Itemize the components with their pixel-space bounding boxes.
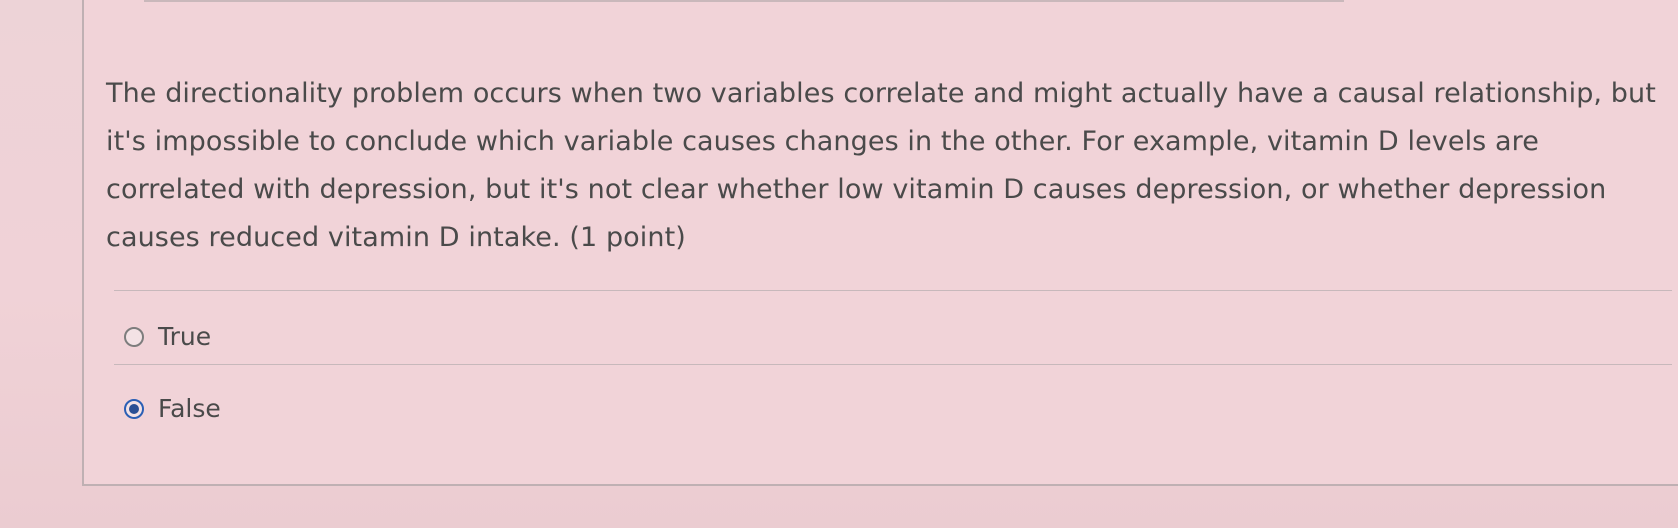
question-card: The directionality problem occurs when t… xyxy=(82,0,1678,486)
option-label: False xyxy=(158,394,221,423)
option-label: True xyxy=(158,322,212,351)
radio-unselected-icon[interactable] xyxy=(124,327,144,347)
divider xyxy=(114,364,1672,365)
option-true[interactable]: True xyxy=(124,322,211,352)
page: The directionality problem occurs when t… xyxy=(0,0,1678,528)
radio-selected-icon[interactable] xyxy=(124,399,144,419)
question-text: The directionality problem occurs when t… xyxy=(106,78,1656,253)
top-divider xyxy=(144,0,1344,2)
divider xyxy=(114,290,1672,291)
option-false[interactable]: False xyxy=(124,394,221,424)
